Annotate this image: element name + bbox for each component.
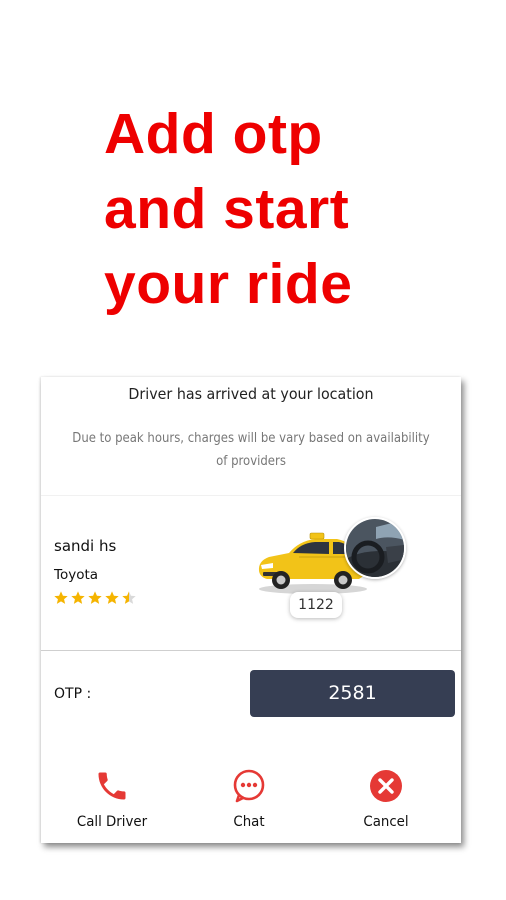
star-half-icon xyxy=(122,591,136,604)
chat-button[interactable]: Chat xyxy=(194,768,304,830)
cancel-label: Cancel xyxy=(363,814,409,830)
call-driver-button[interactable]: Call Driver xyxy=(57,768,167,830)
peak-hours-note: Due to peak hours, charges will be vary … xyxy=(72,431,430,469)
promo-line-2: and start xyxy=(104,177,350,241)
otp-value-field[interactable]: 2581 xyxy=(250,670,455,717)
call-driver-label: Call Driver xyxy=(76,814,148,830)
car-interior-photo xyxy=(344,517,406,579)
promo-line-1: Add otp xyxy=(104,102,323,166)
car-model: Toyota xyxy=(54,567,99,583)
divider xyxy=(41,650,461,651)
promo-line-3: your ride xyxy=(104,252,353,316)
ride-status-card: Driver has arrived at your location Due … xyxy=(41,377,461,843)
chat-bubble-icon xyxy=(233,769,265,803)
star-icon xyxy=(105,591,119,604)
divider xyxy=(41,495,461,496)
star-icon xyxy=(54,591,68,604)
star-icon xyxy=(88,591,102,604)
cancel-button[interactable]: Cancel xyxy=(331,768,441,830)
otp-label: OTP : xyxy=(54,686,92,702)
chat-label: Chat xyxy=(233,814,265,830)
close-circle-icon xyxy=(370,770,402,802)
star-icon xyxy=(71,591,85,604)
driver-rating xyxy=(53,590,137,606)
promo-headline: Add otp and start your ride xyxy=(104,97,494,322)
status-title: Driver has arrived at your location xyxy=(128,385,374,403)
phone-icon xyxy=(98,772,126,800)
driver-name: sandi hs xyxy=(54,537,117,555)
vehicle-plate-number: 1122 xyxy=(290,592,342,618)
